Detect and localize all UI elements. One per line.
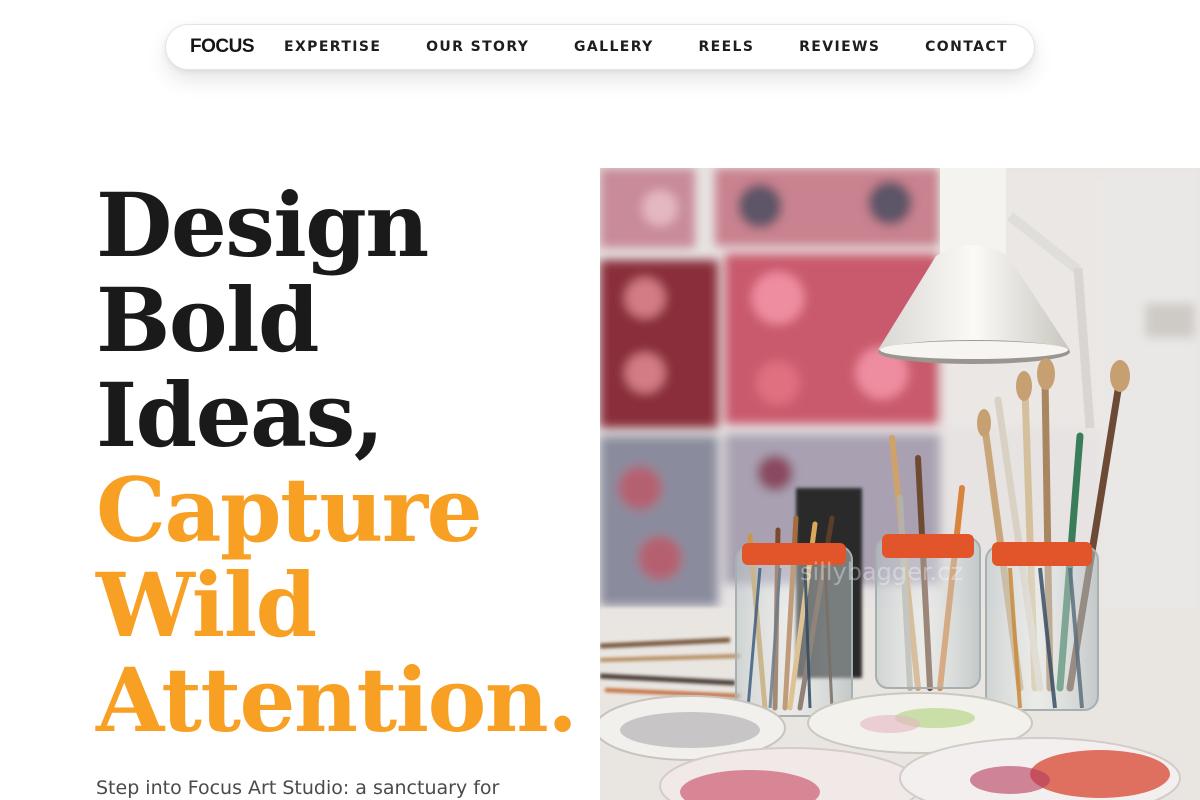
- hero-image: sillybagger.cz: [600, 168, 1200, 800]
- nav-link-reviews[interactable]: REVIEWS: [799, 39, 880, 55]
- brush-jar-left-icon: [735, 515, 853, 717]
- nav-link-gallery[interactable]: GALLERY: [574, 39, 654, 55]
- hero-title-line: Ideas,: [96, 363, 384, 467]
- nav-links: EXPERTISE OUR STORY GALLERY REELS REVIEW…: [284, 39, 1008, 55]
- image-watermark: sillybagger.cz: [800, 558, 963, 586]
- nav-link-contact[interactable]: CONTACT: [925, 39, 1008, 55]
- hero-title-accent-line: Wild: [96, 553, 317, 657]
- hero-title-line: Bold: [96, 268, 320, 372]
- hero-title-accent-line: Capture: [96, 458, 483, 562]
- nav-link-expertise[interactable]: EXPERTISE: [284, 39, 381, 55]
- nav-link-reels[interactable]: REELS: [698, 39, 754, 55]
- top-navigation: FOCUS EXPERTISE OUR STORY GALLERY REELS …: [165, 24, 1035, 70]
- hero-title: Design Bold Ideas, Capture Wild Attentio…: [96, 178, 596, 748]
- nav-link-our-story[interactable]: OUR STORY: [426, 39, 529, 55]
- art-studio-photo: sillybagger.cz: [600, 168, 1200, 800]
- hero-title-accent-line: Attention.: [96, 648, 578, 752]
- hero-description: Step into Focus Art Studio: a sanctuary …: [96, 777, 500, 799]
- hero-title-line: Design: [96, 173, 429, 277]
- brand-logo[interactable]: FOCUS: [190, 36, 255, 58]
